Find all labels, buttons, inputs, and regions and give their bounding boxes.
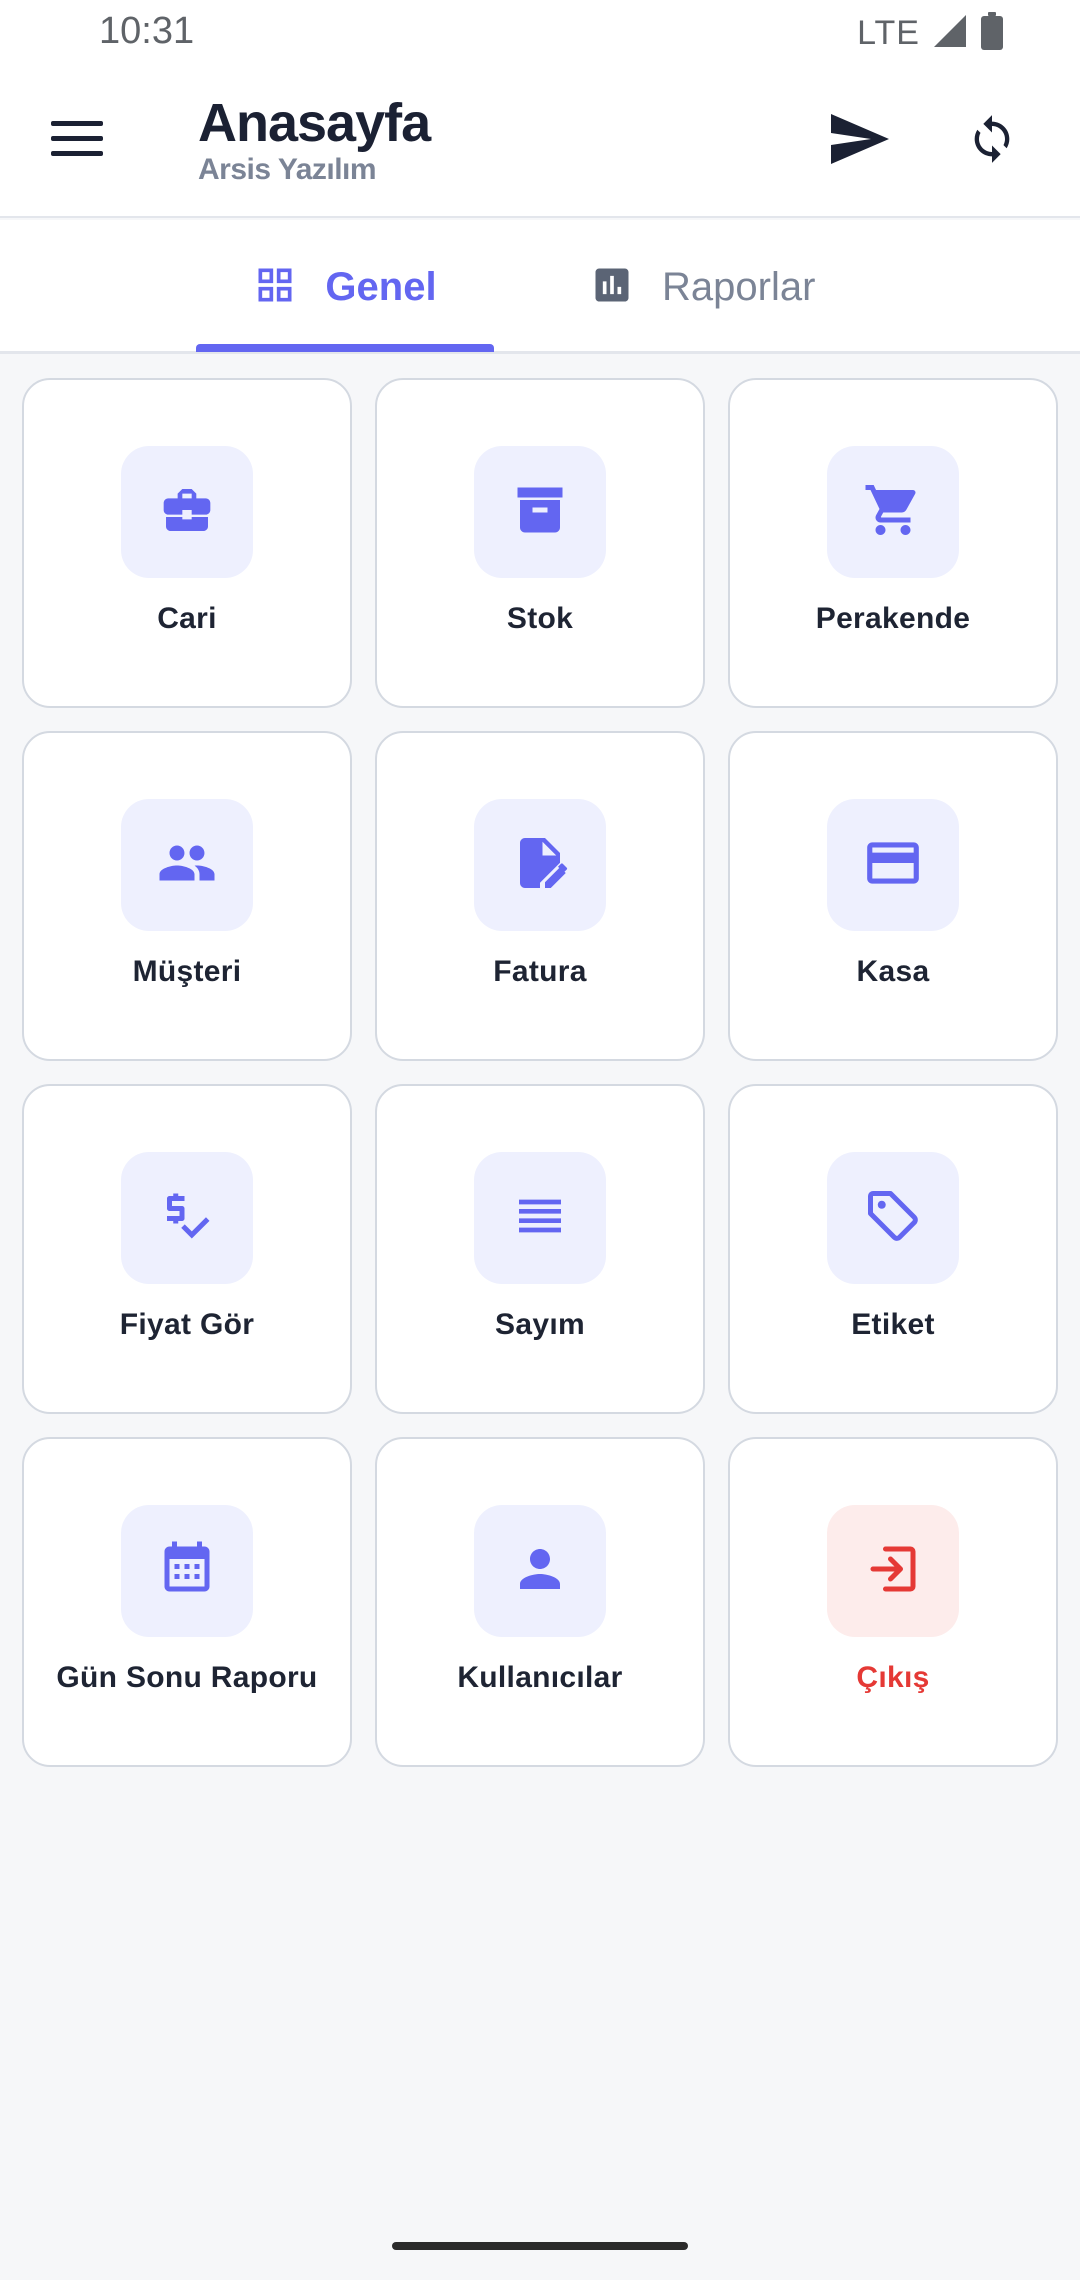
archive-box-icon xyxy=(510,480,570,545)
menu-grid: Cari Stok Perakende Müşteri Fatura Kasa … xyxy=(22,378,1058,1767)
menu-button[interactable] xyxy=(42,111,112,171)
tile-label: Çıkış xyxy=(856,1661,930,1694)
tile-label: Gün Sonu Raporu xyxy=(56,1661,318,1694)
tile-label: Perakende xyxy=(815,602,971,635)
status-time: 10:31 xyxy=(99,10,195,52)
title-block: Anasayfa Arsis Yazılım xyxy=(198,93,431,187)
tile-label: Sayım xyxy=(495,1308,585,1341)
tile-icon-box xyxy=(121,1152,253,1284)
status-icons: LTE xyxy=(857,12,1004,55)
people-icon xyxy=(157,833,217,898)
logout-icon xyxy=(863,1539,923,1604)
tile-kullanicilar[interactable]: Kullanıcılar xyxy=(375,1437,705,1767)
tile-label: Cari xyxy=(157,602,217,635)
tile-icon-box xyxy=(121,799,253,931)
tile-icon-box xyxy=(474,446,606,578)
send-button[interactable] xyxy=(820,106,900,176)
home-indicator[interactable] xyxy=(392,2242,688,2250)
tile-icon-box xyxy=(121,1505,253,1637)
sync-button[interactable] xyxy=(952,106,1032,176)
tile-icon-box xyxy=(827,799,959,931)
tile-icon-box xyxy=(827,1505,959,1637)
tile-icon-box xyxy=(474,1505,606,1637)
shopping-cart-icon xyxy=(863,480,923,545)
tab-indicator xyxy=(196,344,494,352)
price-check-icon xyxy=(157,1186,217,1251)
sync-icon xyxy=(966,110,1018,173)
tile-label: Fiyat Gör xyxy=(119,1308,255,1341)
tab-genel-label: Genel xyxy=(325,264,437,309)
status-bar: 10:31 LTE xyxy=(0,0,1080,66)
signal-icon xyxy=(932,13,968,54)
tile-icon-box xyxy=(121,446,253,578)
tile-fiyat-gor[interactable]: Fiyat Gör xyxy=(22,1084,352,1414)
grid-icon xyxy=(253,263,297,312)
tag-icon xyxy=(863,1186,923,1251)
tab-raporlar[interactable]: Raporlar xyxy=(590,220,850,354)
calendar-icon xyxy=(157,1539,217,1604)
tile-label: Fatura xyxy=(493,955,587,988)
tile-icon-box xyxy=(827,446,959,578)
tile-cikis[interactable]: Çıkış xyxy=(728,1437,1058,1767)
person-icon xyxy=(510,1539,570,1604)
tile-musteri[interactable]: Müşteri xyxy=(22,731,352,1061)
tile-icon-box xyxy=(474,1152,606,1284)
tile-kasa[interactable]: Kasa xyxy=(728,731,1058,1061)
list-icon xyxy=(512,1188,568,1249)
company-name: Arsis Yazılım xyxy=(198,153,377,187)
network-type: LTE xyxy=(857,14,920,52)
tab-genel[interactable]: Genel xyxy=(196,220,494,354)
tile-gun-sonu-raporu[interactable]: Gün Sonu Raporu xyxy=(22,1437,352,1767)
tile-cari[interactable]: Cari xyxy=(22,378,352,708)
app-bar: Anasayfa Arsis Yazılım xyxy=(0,66,1080,218)
tile-sayim[interactable]: Sayım xyxy=(375,1084,705,1414)
bar-chart-icon xyxy=(590,263,634,312)
tile-icon-box xyxy=(827,1152,959,1284)
page-title: Anasayfa xyxy=(198,93,431,153)
tile-label: Kasa xyxy=(856,955,930,988)
credit-card-icon xyxy=(862,832,924,899)
tab-bar: Genel Raporlar xyxy=(0,220,1080,354)
tile-icon-box xyxy=(474,799,606,931)
tile-label: Kullanıcılar xyxy=(457,1661,623,1694)
tile-label: Müşteri xyxy=(132,955,242,988)
tile-perakende[interactable]: Perakende xyxy=(728,378,1058,708)
menu-icon xyxy=(51,120,103,162)
document-edit-icon xyxy=(510,833,570,898)
tile-fatura[interactable]: Fatura xyxy=(375,731,705,1061)
tile-label: Stok xyxy=(506,602,574,635)
battery-icon xyxy=(980,12,1004,55)
tile-etiket[interactable]: Etiket xyxy=(728,1084,1058,1414)
tile-stok[interactable]: Stok xyxy=(375,378,705,708)
send-icon xyxy=(829,112,891,171)
tab-raporlar-label: Raporlar xyxy=(662,264,816,309)
tile-label: Etiket xyxy=(851,1308,935,1341)
briefcase-icon xyxy=(159,482,215,543)
